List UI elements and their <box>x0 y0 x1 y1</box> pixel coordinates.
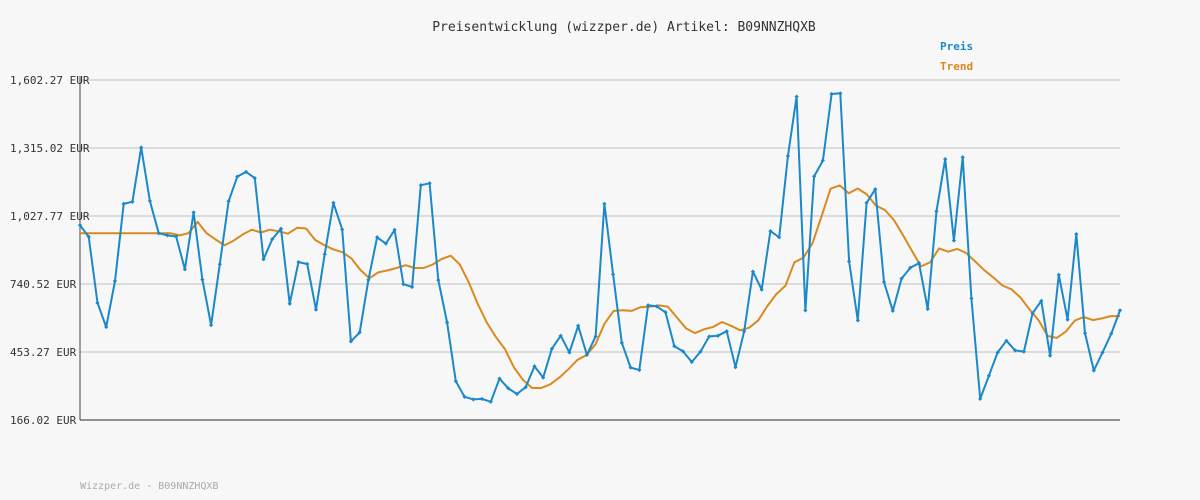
plot-area <box>80 80 1120 420</box>
y-tick-label: 1,027.77 EUR <box>10 210 90 223</box>
price-chart: 1,602.27 EUR 1,315.02 EUR 1,027.77 EUR 740.… <box>10 74 1123 427</box>
footer-source: Wizzper.de - B09NNZHQXB <box>80 481 219 492</box>
y-tick-label: 1,602.27 EUR <box>10 74 90 87</box>
y-tick-label: 453.27 EUR <box>10 346 77 359</box>
y-tick-label: 1,315.02 EUR <box>10 142 90 155</box>
y-tick-label: 166.02 EUR <box>10 414 77 427</box>
y-tick-label: 740.52 EUR <box>10 278 77 291</box>
